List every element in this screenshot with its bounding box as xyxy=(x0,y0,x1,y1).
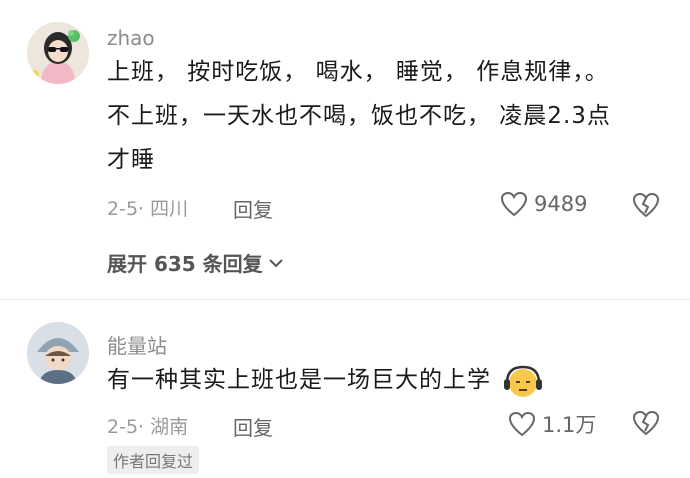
dislike-button[interactable] xyxy=(632,192,660,222)
user-avatar[interactable] xyxy=(27,22,89,84)
broken-heart-icon xyxy=(632,410,660,436)
date-location: 2-5· 湖南 xyxy=(107,416,189,438)
expand-replies-button[interactable]: 展开 635 条回复 xyxy=(107,248,285,277)
heart-icon xyxy=(508,411,536,437)
girl-with-sunglasses-avatar-icon xyxy=(27,22,89,84)
author-replied-badge: 作者回复过 xyxy=(107,446,200,474)
user-avatar[interactable] xyxy=(27,322,89,384)
comment-text: 上班， 按时吃饭， 喝水， 睡觉， 作息规律，。 不上班，一天水也不喝，饭也不吃… xyxy=(107,50,667,182)
sleepy-face-with-headphones-emoji-icon xyxy=(504,365,543,397)
dislike-button[interactable] xyxy=(632,410,660,440)
reply-button[interactable]: 回复 xyxy=(233,412,273,441)
comment-text-line: 不上班，一天水也不喝，饭也不吃， 凌晨2.3点 xyxy=(107,103,611,129)
username[interactable]: zhao xyxy=(107,26,155,50)
comment-item: 能量站 有一种其实上班也是一场巨大的上学 2-5· 湖南 回复 1.1万 作者回… xyxy=(0,300,690,478)
like-button[interactable]: 1.1万 xyxy=(508,409,596,439)
comment-text-line: 上班， 按时吃饭， 喝水， 睡觉， 作息规律，。 xyxy=(107,59,609,85)
comment-text-line: 有一种其实上班也是一场巨大的上学 xyxy=(107,367,491,393)
comment-text-line: 才睡 xyxy=(107,147,155,173)
comment-text: 有一种其实上班也是一场巨大的上学 xyxy=(107,358,667,402)
like-count: 9489 xyxy=(534,192,588,216)
reply-button[interactable]: 回复 xyxy=(233,194,273,223)
like-count: 1.1万 xyxy=(542,413,597,437)
like-button[interactable]: 9489 xyxy=(500,191,587,217)
child-with-hat-avatar-icon xyxy=(27,322,89,384)
comment-item: zhao 上班， 按时吃饭， 喝水， 睡觉， 作息规律，。 不上班，一天水也不喝… xyxy=(0,0,690,300)
heart-icon xyxy=(500,191,528,217)
broken-heart-icon xyxy=(632,192,660,218)
expand-replies-label: 展开 635 条回复 xyxy=(107,252,263,276)
username[interactable]: 能量站 xyxy=(107,330,167,359)
date-location: 2-5· 四川 xyxy=(107,198,189,220)
chevron-down-icon xyxy=(268,258,283,267)
